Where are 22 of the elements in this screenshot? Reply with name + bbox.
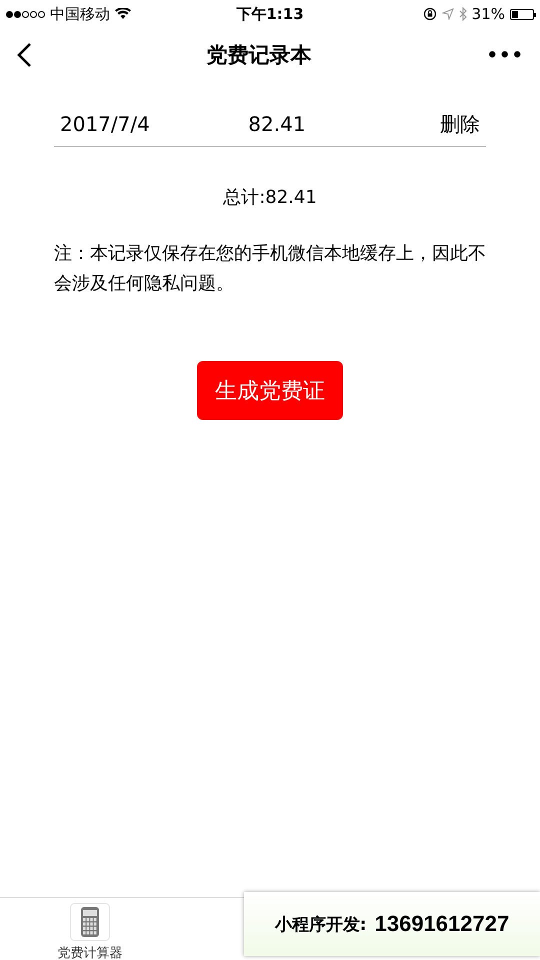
- tab-item[interactable]: 党费计算器: [0, 898, 180, 960]
- calculator-icon: [70, 903, 110, 941]
- generate-button[interactable]: 生成党费证: [197, 361, 343, 420]
- date-cell: 2017/7/4: [60, 112, 150, 136]
- page-title: 党费记录本: [206, 42, 312, 69]
- battery-icon: [510, 8, 534, 20]
- battery-percent: 31%: [472, 5, 505, 23]
- location-icon: [442, 8, 454, 20]
- more-button[interactable]: •••: [486, 44, 524, 66]
- signal-icon: [6, 10, 45, 18]
- carrier-name: 中国移动: [50, 4, 110, 24]
- promo-phone: 13691612727: [374, 911, 510, 937]
- amount-cell: 82.41: [248, 112, 306, 136]
- clock-time: 下午1:13: [236, 4, 304, 24]
- rotation-lock-icon: [422, 7, 437, 21]
- delete-link[interactable]: 删除: [440, 110, 480, 138]
- note-text: 注：本记录仅保存在您的手机微信本地缓存上，因此不会涉及任何隐私问题。: [54, 242, 486, 296]
- back-icon[interactable]: [16, 42, 32, 68]
- bluetooth-icon: [458, 7, 467, 21]
- wifi-icon: [115, 8, 131, 20]
- promo-label: 小程序开发:: [274, 914, 367, 936]
- total-text: 总计:82.41: [222, 186, 318, 209]
